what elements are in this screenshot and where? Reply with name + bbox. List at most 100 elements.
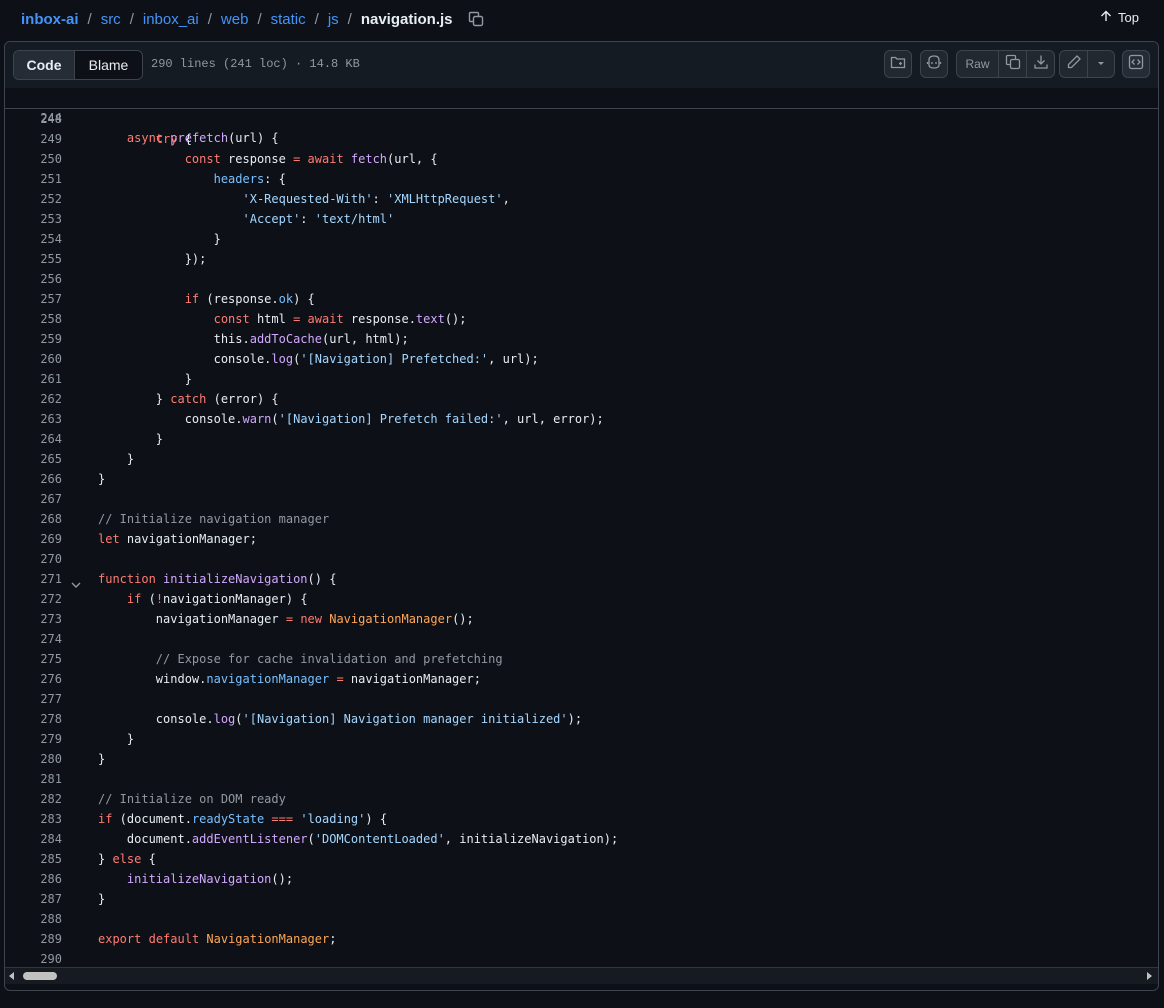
code-line: 282 // Initialize on DOM ready: [5, 789, 1158, 809]
breadcrumb-inbox-ai-link[interactable]: inbox_ai: [143, 11, 199, 28]
copy-path-icon[interactable]: [467, 10, 485, 28]
code-line: 272 if (!navigationManager) {: [5, 589, 1158, 609]
code-line: 251 headers: {: [5, 169, 1158, 189]
breadcrumb-web-link[interactable]: web: [221, 11, 249, 28]
line-number[interactable]: 253: [5, 209, 62, 229]
line-number[interactable]: 262: [5, 389, 62, 409]
code-line: 276 window.navigationManager = navigatio…: [5, 669, 1158, 689]
line-number[interactable]: 268: [5, 509, 62, 529]
breadcrumb-current-file: navigation.js: [360, 10, 453, 28]
edit-file-button[interactable]: [1060, 51, 1087, 77]
triangle-down-icon: [1096, 55, 1106, 73]
line-number[interactable]: 252: [5, 189, 62, 209]
code-text: }: [98, 892, 106, 906]
breadcrumb-src-link[interactable]: src: [101, 11, 121, 28]
blame-tab[interactable]: Blame: [75, 51, 142, 79]
line-number[interactable]: 287: [5, 889, 62, 909]
line-number[interactable]: 274: [5, 629, 62, 649]
horizontal-scrollbar[interactable]: [5, 967, 1158, 984]
line-number[interactable]: 283: [5, 809, 62, 829]
line-number[interactable]: 259: [5, 329, 62, 349]
code-tab[interactable]: Code: [14, 51, 75, 79]
line-number[interactable]: 261: [5, 369, 62, 389]
code-line: 250 const response = await fetch(url, {: [5, 149, 1158, 169]
file-tree-button[interactable]: [884, 50, 912, 78]
chevron-down-icon[interactable]: [71, 575, 81, 588]
sticky-scope-line: 244 async prefetch(url) {: [5, 88, 1158, 145]
line-number[interactable]: 271: [5, 569, 62, 589]
line-number[interactable]: 263: [5, 409, 62, 429]
code-line: 275 // Expose for cache invalidation and…: [5, 649, 1158, 669]
line-number[interactable]: 276: [5, 669, 62, 689]
line-number[interactable]: 250: [5, 149, 62, 169]
line-number[interactable]: 284: [5, 829, 62, 849]
breadcrumb-static-link[interactable]: static: [271, 11, 306, 28]
line-number[interactable]: 267: [5, 489, 62, 509]
code-line: 254 }: [5, 229, 1158, 249]
breadcrumb-repo-link[interactable]: inbox-ai: [21, 11, 79, 28]
breadcrumb-separator: /: [314, 10, 319, 28]
code-text: }: [98, 432, 164, 446]
line-number[interactable]: 280: [5, 749, 62, 769]
line-number[interactable]: 286: [5, 869, 62, 889]
code-line: 264 }: [5, 429, 1158, 449]
line-number[interactable]: 251: [5, 169, 62, 189]
line-number[interactable]: 279: [5, 729, 62, 749]
symbols-panel-button[interactable]: [1122, 50, 1150, 78]
code-line: 289 export default NavigationManager;: [5, 929, 1158, 949]
code-text: if (response.ok) {: [184, 292, 315, 306]
breadcrumb: inbox-ai / src / inbox_ai / web / static…: [21, 10, 485, 28]
code-text: console.log('[Navigation] Prefetched:', …: [98, 352, 539, 366]
line-number[interactable]: 254: [5, 229, 62, 249]
copilot-icon: [926, 54, 942, 75]
line-number[interactable]: 248: [5, 109, 62, 129]
scroll-right-icon[interactable]: [1147, 972, 1152, 980]
code-text: } else {: [98, 852, 156, 866]
line-number[interactable]: 256: [5, 269, 62, 289]
line-number[interactable]: 273: [5, 609, 62, 629]
line-number[interactable]: 278: [5, 709, 62, 729]
line-number[interactable]: 270: [5, 549, 62, 569]
line-number[interactable]: 264: [5, 429, 62, 449]
download-icon: [1033, 54, 1049, 75]
code-text: this.addToCache(url, html);: [98, 332, 409, 346]
top-link[interactable]: Top: [1100, 10, 1139, 25]
line-number[interactable]: 289: [5, 929, 62, 949]
line-number[interactable]: 288: [5, 909, 62, 929]
line-number[interactable]: 272: [5, 589, 62, 609]
code-line: 280}: [5, 749, 1158, 769]
line-number[interactable]: 275: [5, 649, 62, 669]
breadcrumb-separator: /: [207, 10, 212, 28]
file-tree-icon: [890, 54, 906, 75]
line-number[interactable]: 260: [5, 349, 62, 369]
code-line: 266}: [5, 469, 1158, 489]
line-number[interactable]: 258: [5, 309, 62, 329]
line-number[interactable]: 255: [5, 249, 62, 269]
line-number[interactable]: 257: [5, 289, 62, 309]
line-number[interactable]: 269: [5, 529, 62, 549]
more-edit-options-button[interactable]: [1087, 51, 1114, 77]
code-line: 261 }: [5, 369, 1158, 389]
scroll-left-icon[interactable]: [9, 972, 14, 980]
scrollbar-thumb[interactable]: [23, 972, 57, 980]
line-number[interactable]: 266: [5, 469, 62, 489]
code-text: initializeNavigation();: [126, 872, 294, 886]
line-number[interactable]: 290: [5, 949, 62, 969]
code-line: 260 console.log('[Navigation] Prefetched…: [5, 349, 1158, 369]
line-number[interactable]: 285: [5, 849, 62, 869]
line-number[interactable]: 265: [5, 449, 62, 469]
line-number[interactable]: 282: [5, 789, 62, 809]
line-number[interactable]: 281: [5, 769, 62, 789]
pencil-icon: [1066, 54, 1082, 75]
raw-button[interactable]: Raw: [957, 51, 998, 77]
download-button[interactable]: [1026, 51, 1054, 77]
file-viewer: Code Blame 290 lines (241 loc) · 14.8 KB…: [4, 41, 1159, 991]
symbols-icon: [1128, 54, 1144, 75]
line-number[interactable]: 249: [5, 129, 62, 149]
code-text: headers: {: [213, 172, 286, 186]
copilot-button[interactable]: [920, 50, 948, 78]
code-line: 252 'X-Requested-With': 'XMLHttpRequest'…: [5, 189, 1158, 209]
copy-raw-button[interactable]: [998, 51, 1026, 77]
line-number[interactable]: 277: [5, 689, 62, 709]
breadcrumb-js-link[interactable]: js: [328, 11, 339, 28]
